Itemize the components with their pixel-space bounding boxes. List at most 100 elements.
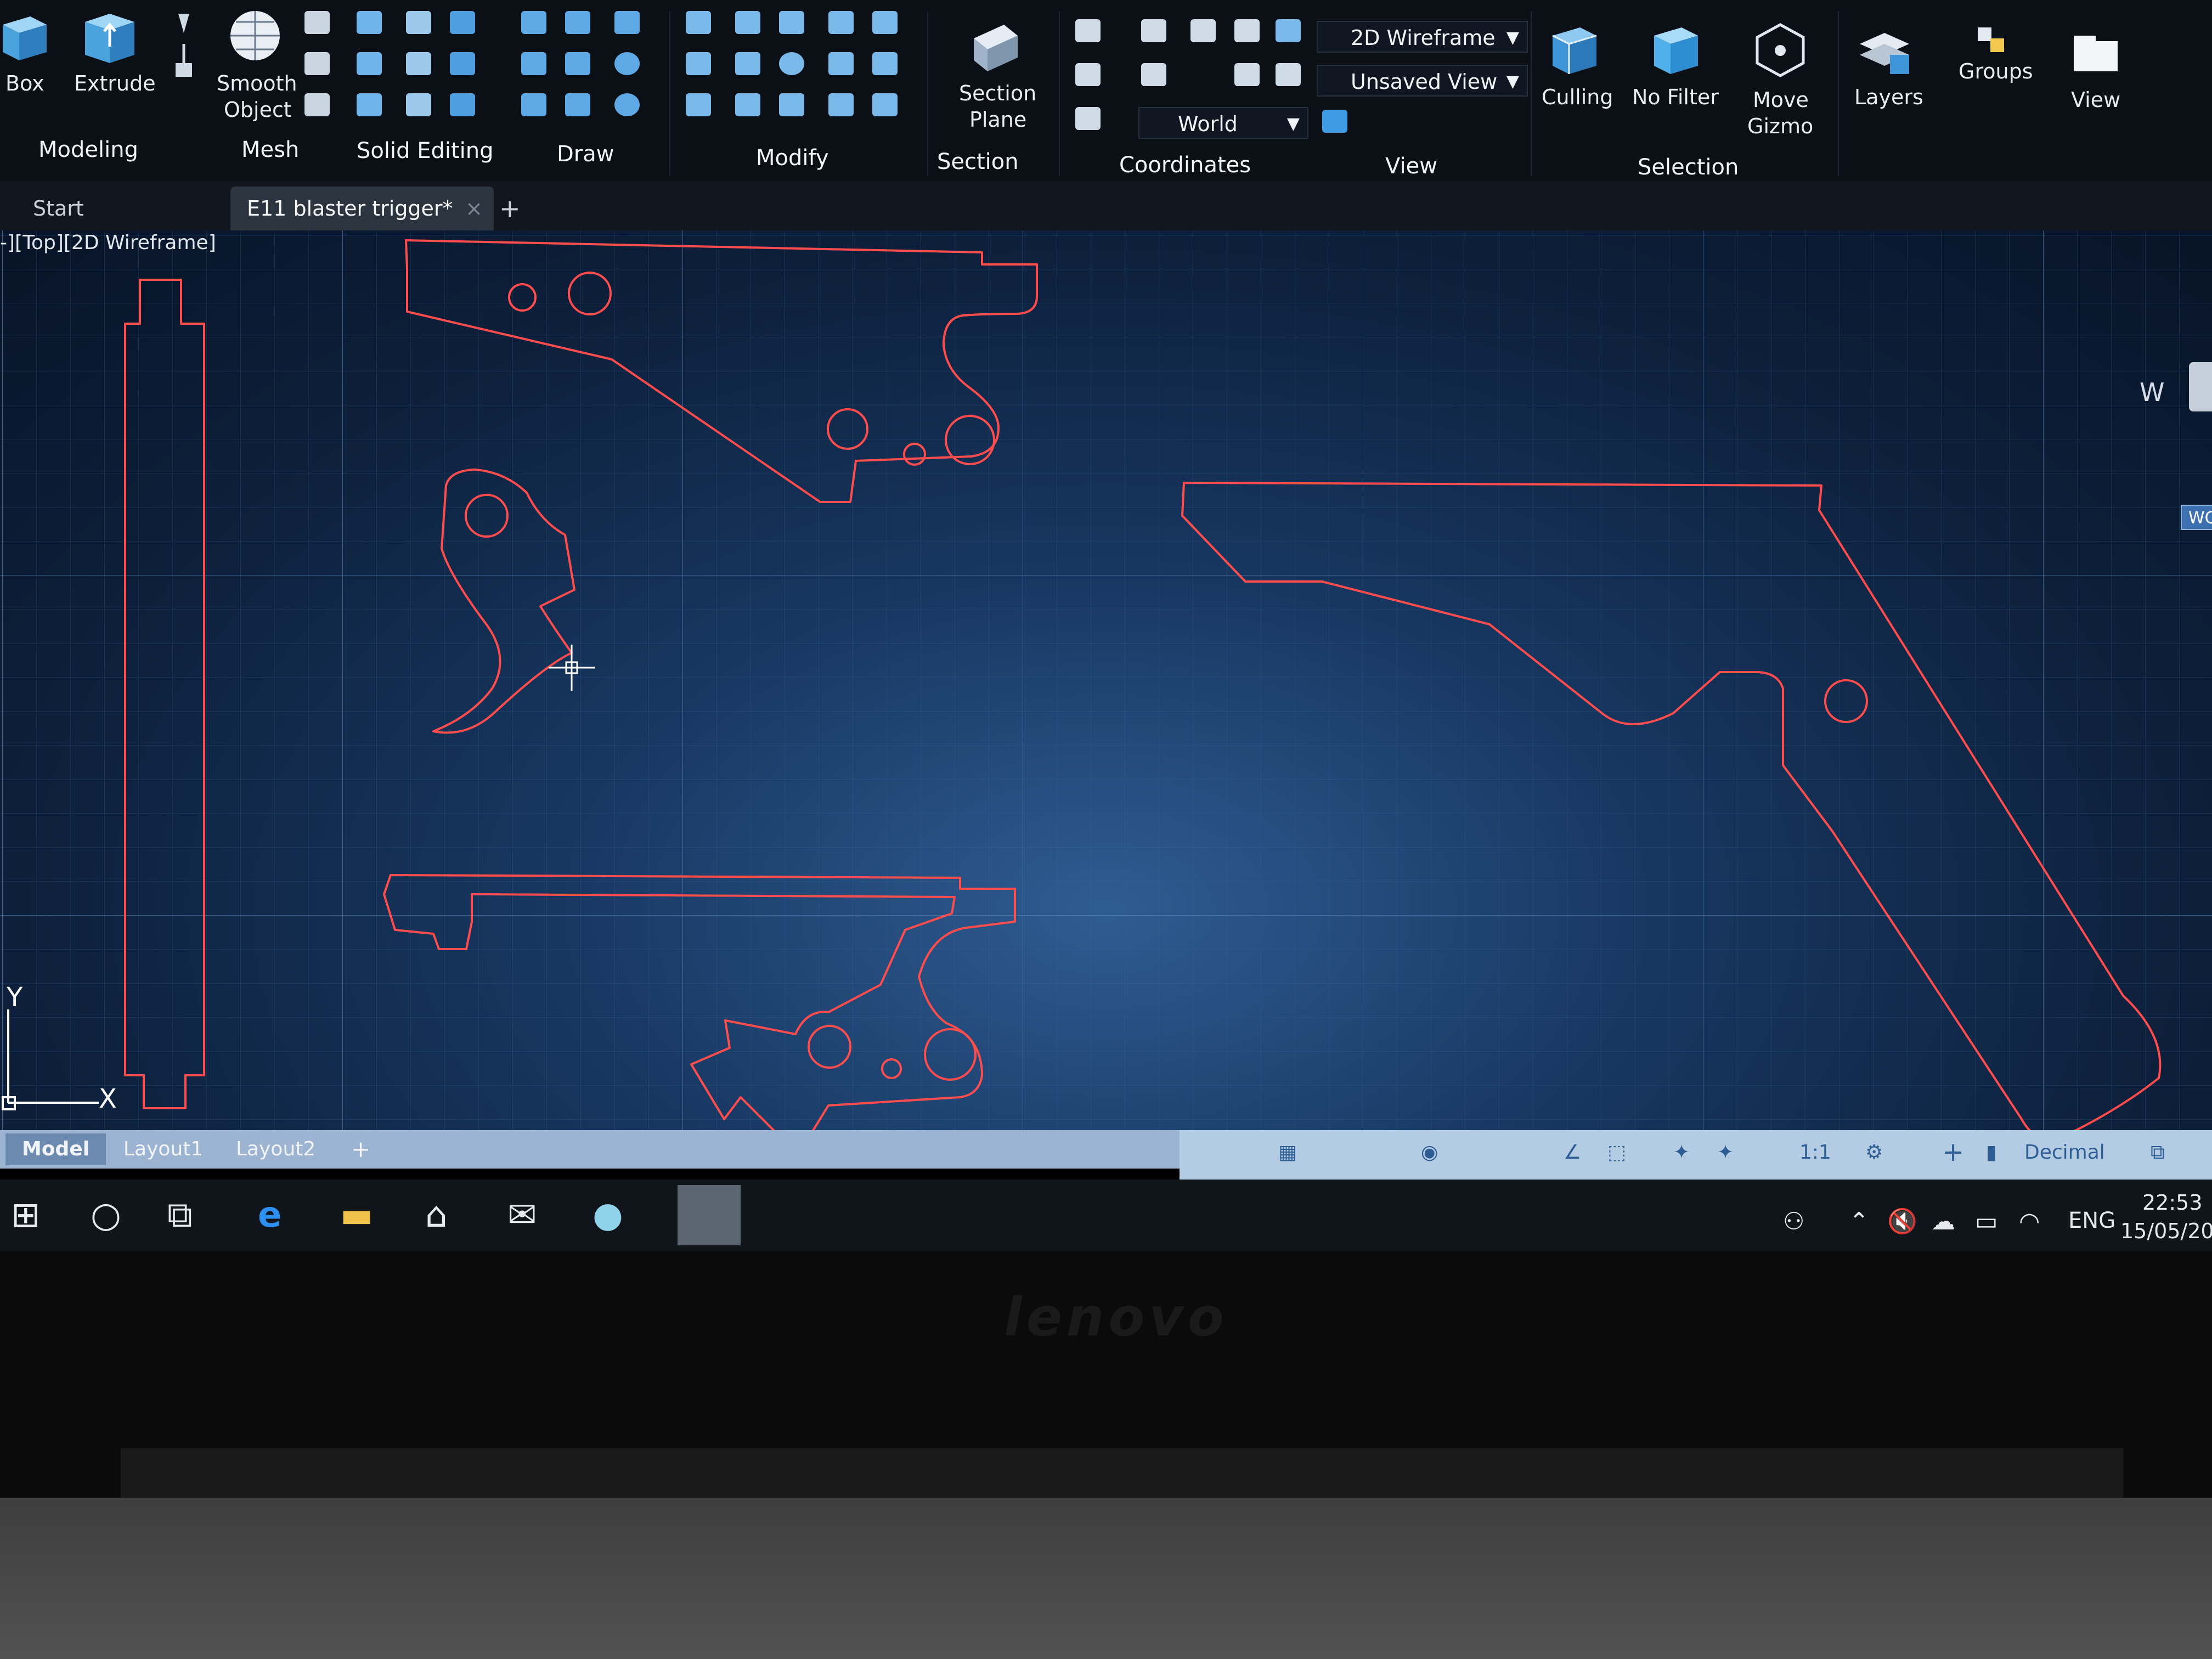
windows-start-icon[interactable]: ⊞	[11, 1195, 41, 1235]
copy-icon[interactable]	[828, 11, 854, 34]
drawing-viewport[interactable]: Y X W WC	[0, 230, 2212, 1136]
clock-date[interactable]: 15/05/2018	[2120, 1219, 2212, 1243]
wcs-badge[interactable]: WC	[2181, 505, 2212, 530]
ucs-z-icon[interactable]	[1234, 63, 1260, 86]
panel-selection[interactable]: Selection	[1638, 155, 1739, 180]
visual-style-dropdown[interactable]: 2D Wireframe ▼	[1317, 21, 1528, 53]
people-icon[interactable]: ⚇	[1783, 1201, 1804, 1242]
view-icon[interactable]	[2071, 33, 2120, 74]
store-icon[interactable]: ⌂	[425, 1195, 448, 1235]
language-indicator[interactable]: ENG	[2068, 1208, 2115, 1233]
add-layout-button[interactable]: +	[335, 1133, 387, 1165]
culling-label[interactable]: Culling	[1542, 85, 1613, 109]
scale-icon[interactable]	[779, 93, 804, 116]
viewport-controls-label[interactable]: -][Top][2D Wireframe]	[0, 232, 216, 254]
move-icon[interactable]	[779, 11, 804, 34]
mesh-refine-icon[interactable]	[304, 93, 330, 116]
units-label[interactable]: Decimal	[2024, 1141, 2105, 1164]
line-segment-icon[interactable]	[565, 52, 590, 75]
ellipse-icon[interactable]	[614, 93, 640, 116]
polar-tracking-icon[interactable]: ◉	[1421, 1141, 1438, 1164]
polysolid-icon[interactable]	[170, 11, 198, 82]
groups-icon[interactable]	[1975, 22, 2008, 60]
dynamic-ucs-icon[interactable]: ∠	[1564, 1141, 1581, 1164]
union-icon[interactable]	[357, 11, 382, 34]
trim-icon[interactable]	[686, 11, 711, 34]
grid-toggle-icon[interactable]: ▦	[1278, 1141, 1297, 1164]
panel-section[interactable]: Section	[937, 149, 1019, 174]
smooth-object-label-2[interactable]: Object	[224, 98, 292, 122]
ucs-icon[interactable]	[1075, 19, 1101, 42]
extract-edges-icon[interactable]	[406, 11, 431, 34]
battery-icon[interactable]: ▭	[1975, 1201, 1998, 1242]
clock-time[interactable]: 22:53	[2142, 1190, 2203, 1215]
named-view-dropdown[interactable]: Unsaved View ▼	[1317, 65, 1528, 97]
isolate-objects-icon[interactable]: ▮	[1986, 1141, 1997, 1164]
subtract-icon[interactable]	[357, 52, 382, 75]
move-gizmo-label-1[interactable]: Move	[1753, 88, 1809, 112]
offset-icon[interactable]	[872, 11, 898, 34]
culling-icon[interactable]	[1547, 22, 1602, 77]
auto-scale-icon[interactable]: ✦	[1717, 1141, 1734, 1164]
view-label[interactable]: View	[2071, 88, 2120, 112]
rotate-icon[interactable]	[779, 52, 804, 75]
section-plane-icon[interactable]	[971, 22, 1020, 71]
array-icon[interactable]	[872, 93, 898, 116]
quick-properties-icon[interactable]: ⧉	[2151, 1141, 2165, 1164]
box-button-label[interactable]: Box	[5, 71, 44, 95]
drawing-canvas[interactable]	[0, 230, 2212, 1136]
volume-muted-icon[interactable]: 🔇	[1887, 1201, 1917, 1242]
separate-icon[interactable]	[450, 93, 475, 116]
onedrive-icon[interactable]: ☁	[1931, 1201, 1955, 1242]
chevron-up-icon[interactable]: ⌃	[1849, 1201, 1869, 1242]
smooth-object-icon[interactable]	[229, 8, 281, 63]
panel-modeling[interactable]: Modeling	[38, 137, 138, 162]
ucs-y-icon[interactable]	[1234, 19, 1260, 42]
polyline-icon[interactable]	[565, 11, 590, 34]
wifi-icon[interactable]: ◠	[2019, 1201, 2040, 1242]
line-icon[interactable]	[521, 11, 546, 34]
panel-mesh[interactable]: Mesh	[241, 137, 299, 162]
stretch-icon[interactable]	[828, 52, 854, 75]
3d-align-icon[interactable]	[735, 93, 760, 116]
viewcube-west[interactable]: W	[2140, 377, 2164, 407]
panel-modify[interactable]: Modify	[756, 145, 829, 171]
no-filter-icon[interactable]	[1649, 22, 1703, 77]
extrude-faces-icon[interactable]	[450, 11, 475, 34]
move-gizmo-label-2[interactable]: Gizmo	[1747, 114, 1813, 138]
ucs-world-icon[interactable]	[1141, 19, 1166, 42]
section-plane-label-2[interactable]: Plane	[969, 108, 1026, 132]
close-icon[interactable]: ×	[465, 187, 483, 230]
box-icon[interactable]	[0, 8, 47, 60]
spline-icon[interactable]	[521, 52, 546, 75]
layout-tab-layout2[interactable]: Layout2	[219, 1133, 332, 1165]
3d-rotate-icon[interactable]	[735, 11, 760, 34]
fillet-icon[interactable]	[686, 52, 711, 75]
viewcube[interactable]	[2189, 362, 2212, 411]
annotation-monitor-icon[interactable]: +	[1942, 1137, 1964, 1167]
layers-icon[interactable]	[1857, 22, 1912, 77]
mesh-smooth-more-icon[interactable]	[304, 11, 330, 34]
layers-label[interactable]: Layers	[1854, 85, 1923, 109]
erase-icon[interactable]	[686, 93, 711, 116]
search-icon[interactable]: ○	[91, 1195, 121, 1235]
layout-tab-layout1[interactable]: Layout1	[107, 1133, 219, 1165]
section-plane-label-1[interactable]: Section	[959, 81, 1036, 105]
edge-browser-icon[interactable]: e	[258, 1195, 281, 1235]
rectangle-icon[interactable]	[565, 93, 590, 116]
panel-view[interactable]: View	[1385, 154, 1437, 179]
ucs-origin-icon[interactable]	[1075, 63, 1101, 86]
smooth-object-label-1[interactable]: Smooth	[217, 71, 297, 95]
file-explorer-icon[interactable]: ▬	[340, 1195, 373, 1235]
interfere-icon[interactable]	[406, 93, 431, 116]
annotation-scale-label[interactable]: 1:1	[1799, 1141, 1831, 1164]
join-icon[interactable]	[828, 93, 854, 116]
annotation-visibility-icon[interactable]: ✦	[1673, 1141, 1690, 1164]
layout-tab-model[interactable]: Model	[5, 1133, 106, 1165]
circle-icon[interactable]	[614, 52, 640, 75]
tab-start[interactable]: Start	[16, 187, 100, 230]
polygon-icon[interactable]	[521, 93, 546, 116]
photos-icon[interactable]: ●	[592, 1195, 623, 1235]
mail-icon[interactable]: ✉	[507, 1195, 537, 1235]
viewport-config-icon[interactable]	[1322, 110, 1347, 133]
